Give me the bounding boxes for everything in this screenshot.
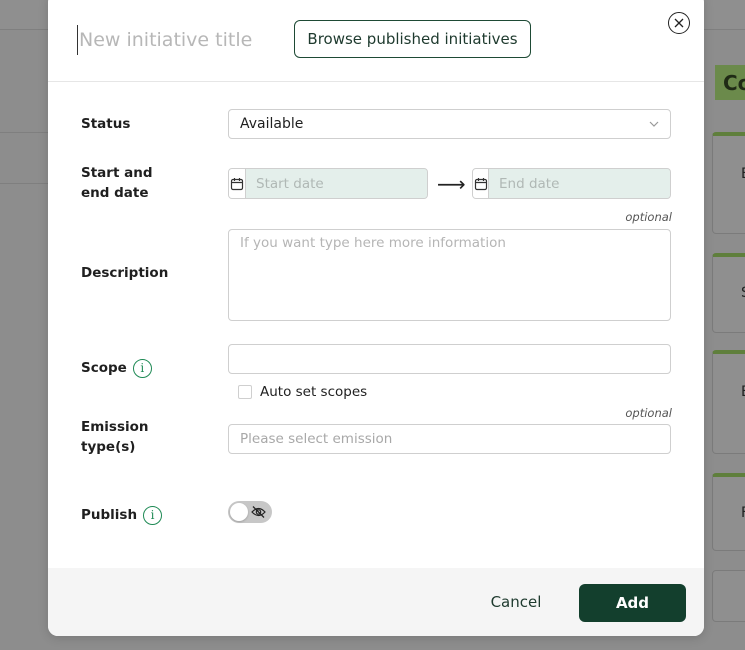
start-date-field[interactable] bbox=[228, 168, 428, 199]
auto-set-scopes-checkbox[interactable] bbox=[238, 385, 252, 399]
emission-label-line1: Emission bbox=[81, 419, 149, 435]
status-select[interactable]: Available bbox=[228, 109, 671, 139]
emission-optional-note: optional bbox=[625, 406, 672, 420]
background-card: E bbox=[712, 132, 745, 234]
publish-toggle[interactable] bbox=[228, 501, 272, 523]
info-icon[interactable]: i bbox=[132, 358, 152, 378]
status-label: Status bbox=[81, 116, 131, 132]
end-date-field[interactable] bbox=[472, 168, 671, 199]
publish-label: Publish i bbox=[81, 505, 163, 525]
background-card bbox=[712, 570, 745, 622]
calendar-icon[interactable] bbox=[229, 169, 246, 198]
dates-label-line1: Start and bbox=[81, 165, 153, 181]
cancel-button[interactable]: Cancel bbox=[475, 583, 557, 621]
background-divider bbox=[0, 183, 48, 184]
calendar-icon[interactable] bbox=[473, 169, 489, 198]
toggle-knob bbox=[230, 503, 248, 521]
modal-footer: Cancel Add bbox=[48, 568, 704, 636]
scope-label: Scope i bbox=[81, 358, 152, 378]
background-card: E bbox=[712, 350, 745, 454]
end-date-input[interactable] bbox=[489, 169, 670, 198]
initiative-title-input[interactable] bbox=[77, 25, 277, 55]
auto-set-scopes-option[interactable]: Auto set scopes bbox=[238, 384, 367, 400]
background-card: F bbox=[712, 473, 745, 551]
add-button[interactable]: Add bbox=[579, 584, 686, 622]
background-chip: Co bbox=[715, 65, 745, 100]
new-initiative-modal: Browse published initiatives Status Avai… bbox=[48, 0, 704, 636]
background-divider bbox=[0, 132, 48, 133]
description-label: Description bbox=[81, 265, 169, 281]
browse-published-initiatives-button[interactable]: Browse published initiatives bbox=[294, 20, 531, 58]
description-textarea[interactable] bbox=[228, 229, 671, 321]
start-date-input[interactable] bbox=[246, 169, 427, 198]
info-icon[interactable]: i bbox=[143, 505, 163, 525]
emission-label: Emission type(s) bbox=[81, 417, 149, 457]
emission-type-input[interactable] bbox=[228, 424, 671, 454]
scope-label-text: Scope bbox=[81, 360, 127, 376]
scope-input[interactable] bbox=[228, 344, 671, 374]
status-value: Available bbox=[240, 116, 304, 132]
chevron-down-icon bbox=[649, 121, 659, 127]
emission-label-line2: type(s) bbox=[81, 439, 136, 455]
modal-header: Browse published initiatives bbox=[48, 0, 704, 82]
auto-set-scopes-label: Auto set scopes bbox=[260, 384, 368, 400]
dates-label-line2: end date bbox=[81, 185, 149, 201]
description-optional-note: optional bbox=[625, 210, 672, 224]
background-card: S bbox=[712, 253, 745, 333]
eye-off-icon bbox=[251, 506, 266, 518]
dates-label: Start and end date bbox=[81, 163, 152, 203]
close-icon[interactable] bbox=[668, 12, 690, 34]
date-range-arrow: ⟶ bbox=[437, 172, 466, 196]
publish-label-text: Publish bbox=[81, 507, 138, 523]
